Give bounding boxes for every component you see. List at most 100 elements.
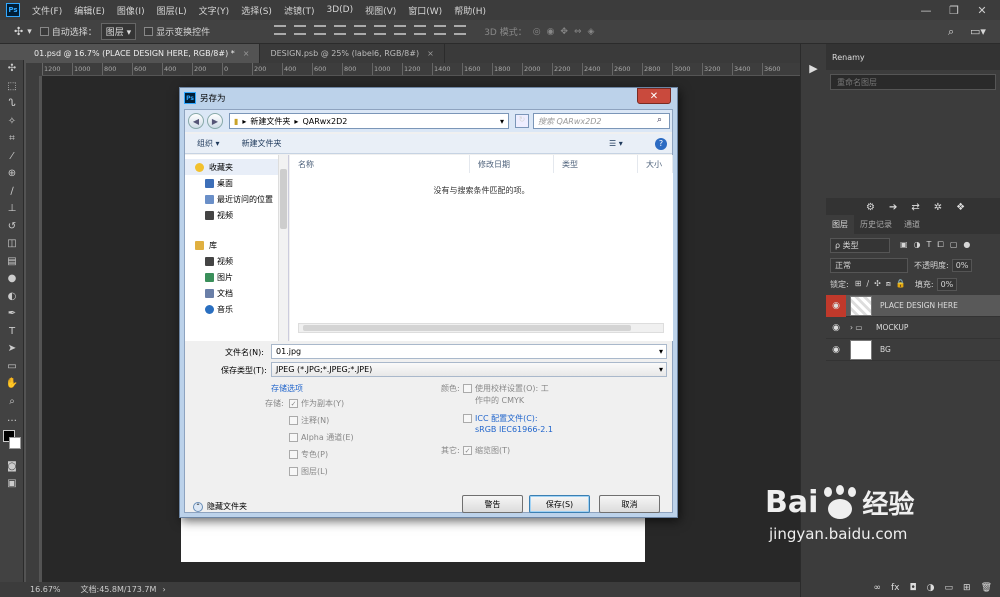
distribute-icon-4[interactable] xyxy=(454,25,467,35)
chevron-up-icon[interactable]: ⌃ xyxy=(193,501,203,512)
distribute-icon-3[interactable] xyxy=(434,25,447,35)
properties-icon[interactable]: ⚙ xyxy=(866,202,875,213)
adjust-icon[interactable]: ⇄ xyxy=(911,202,919,213)
menu-window[interactable]: 窗口(W) xyxy=(402,4,448,17)
checkbox-box[interactable]: ✓ xyxy=(289,399,298,408)
tab-document-design[interactable]: DESIGN.psb @ 25% (label6, RGB/8#) × xyxy=(260,44,445,63)
layer-row[interactable]: ◉ BG xyxy=(826,339,1000,361)
shape-icon[interactable]: ▭ xyxy=(0,358,24,376)
link-icon[interactable]: ∞ xyxy=(874,583,882,593)
play-icon[interactable]: ▶ xyxy=(801,62,826,75)
close-icon[interactable]: ✕ xyxy=(968,0,996,20)
scrollbar-thumb[interactable] xyxy=(303,325,631,331)
magic-wand-icon[interactable]: ✧ xyxy=(0,113,24,131)
column-date[interactable]: 修改日期 xyxy=(470,155,554,173)
align-right-icon[interactable] xyxy=(374,25,387,35)
dialog-close-button[interactable]: ✕ xyxy=(637,88,671,104)
fill-input[interactable]: 0% xyxy=(936,277,958,291)
color-swatches[interactable] xyxy=(0,428,23,458)
layer-row[interactable]: ◉ › ▭ MOCKUP xyxy=(826,317,1000,339)
dialog-titlebar[interactable]: Ps 另存为 xyxy=(180,88,677,108)
search-icon[interactable]: ⌕ xyxy=(657,115,662,125)
nav-documents[interactable]: 文档 xyxy=(185,285,288,301)
mask-icon[interactable]: ◘ xyxy=(910,583,917,593)
auto-select-checkbox[interactable] xyxy=(39,27,49,36)
thumbnail-checkbox[interactable]: ✓ 缩览图(T) xyxy=(463,445,510,456)
path-segment[interactable]: 新建文件夹 xyxy=(250,116,290,127)
menu-3d[interactable]: 3D(D) xyxy=(320,5,359,15)
type-icon[interactable]: T xyxy=(0,323,24,341)
restore-icon[interactable]: ❐ xyxy=(940,0,968,20)
tab-history[interactable]: 历史记录 xyxy=(854,215,898,234)
nav-videos[interactable]: 视频 xyxy=(185,207,288,223)
nav-lib-videos[interactable]: 视频 xyxy=(185,253,288,269)
eyedropper-icon[interactable]: ⁄ xyxy=(0,148,24,166)
tab-channels[interactable]: 通道 xyxy=(898,215,926,234)
menu-layer[interactable]: 图层(L) xyxy=(151,4,193,17)
tab-renamy[interactable]: Renamy xyxy=(826,49,871,66)
checkbox-box[interactable] xyxy=(463,414,472,423)
alpha-checkbox[interactable]: Alpha 通道(E) xyxy=(289,432,354,443)
brush-icon[interactable]: ∕ xyxy=(0,183,24,201)
align-hcenter-icon[interactable] xyxy=(354,25,367,35)
back-icon[interactable]: ◀ xyxy=(188,113,204,129)
align-top-icon[interactable] xyxy=(274,25,287,35)
checkbox-box[interactable] xyxy=(289,416,298,425)
cancel-button[interactable]: 取消 xyxy=(599,495,660,513)
close-tab-icon[interactable]: × xyxy=(427,49,434,58)
auto-select-dropdown[interactable]: 图层 ▾ xyxy=(100,23,137,40)
chevron-down-icon[interactable]: ▾ xyxy=(659,365,663,374)
zoom-level[interactable]: 16.67% xyxy=(30,585,61,594)
chevron-down-icon[interactable]: ▾ xyxy=(500,117,504,126)
checkbox-box[interactable] xyxy=(463,384,472,393)
eraser-icon[interactable]: ◫ xyxy=(0,235,24,253)
warning-button[interactable]: 警告 xyxy=(462,495,523,513)
blur-icon[interactable]: ● xyxy=(0,270,24,288)
adjust-icon-2[interactable]: ❖ xyxy=(956,202,965,213)
checkbox-box[interactable] xyxy=(289,467,298,476)
arrow-icon[interactable]: ➔ xyxy=(889,202,897,213)
menu-view[interactable]: 视图(V) xyxy=(359,4,402,17)
menu-filter[interactable]: 滤镜(T) xyxy=(278,4,321,17)
menu-select[interactable]: 选择(S) xyxy=(235,4,278,17)
layer-filter-dropdown[interactable]: ρ 类型 xyxy=(830,237,890,253)
chevron-down-icon[interactable]: ▾ xyxy=(659,347,663,356)
3d-tools-icons[interactable]: ◎◉✥⇔◈ xyxy=(533,27,601,37)
checkbox-box[interactable] xyxy=(289,450,298,459)
address-bar[interactable]: ▮ ▸ 新建文件夹 ▸ QARwx2D2 ▾ xyxy=(229,113,509,129)
refresh-icon[interactable]: ↻ xyxy=(515,114,529,128)
move-icon[interactable]: ✣ xyxy=(0,60,24,78)
more-tools-icon[interactable]: … xyxy=(0,410,24,428)
nav-music[interactable]: 音乐 xyxy=(185,301,288,317)
renamy-input[interactable]: 重命名图层 xyxy=(830,74,996,90)
as-copy-checkbox[interactable]: ✓ 作为副本(Y) xyxy=(289,398,344,409)
search-icon[interactable]: ⌕ xyxy=(948,25,954,39)
screen-mode-icon[interactable]: ▣ xyxy=(0,475,24,493)
column-name[interactable]: 名称 xyxy=(290,155,470,173)
scrollbar-thumb[interactable] xyxy=(280,169,287,229)
menu-edit[interactable]: 编辑(E) xyxy=(68,4,111,17)
menu-type[interactable]: 文字(Y) xyxy=(193,4,236,17)
align-vcenter-icon[interactable] xyxy=(294,25,307,35)
marquee-icon[interactable]: ⬚ xyxy=(0,78,24,96)
align-bottom-icon[interactable] xyxy=(314,25,327,35)
save-options-link[interactable]: 存储选项 xyxy=(271,383,303,394)
close-tab-icon[interactable]: × xyxy=(243,49,250,58)
notes-checkbox[interactable]: 注释(N) xyxy=(289,415,329,426)
new-layer-icon[interactable]: ⊞ xyxy=(963,583,971,593)
menu-file[interactable]: 文件(F) xyxy=(26,4,68,17)
zoom-icon[interactable]: ⌕ xyxy=(0,393,24,411)
visibility-eye-icon[interactable]: ◉ xyxy=(826,345,846,355)
layer-row[interactable]: ◉ PLACE DESIGN HERE xyxy=(826,294,1000,317)
distribute-icon-2[interactable] xyxy=(414,25,427,35)
nav-favorites[interactable]: 收藏夹 xyxy=(185,159,288,175)
group-icon[interactable]: ▭ xyxy=(945,583,954,593)
document-canvas[interactable] xyxy=(181,516,645,562)
show-transform-checkbox[interactable] xyxy=(144,27,154,36)
nav-desktop[interactable]: 桌面 xyxy=(185,175,288,191)
view-options-icon[interactable]: ☰ ▾ xyxy=(609,139,623,148)
nav-scrollbar[interactable] xyxy=(278,155,288,341)
workspace-icon[interactable]: ▭▾ xyxy=(970,25,986,38)
menu-help[interactable]: 帮助(H) xyxy=(448,4,492,17)
history-brush-icon[interactable]: ↺ xyxy=(0,218,24,236)
